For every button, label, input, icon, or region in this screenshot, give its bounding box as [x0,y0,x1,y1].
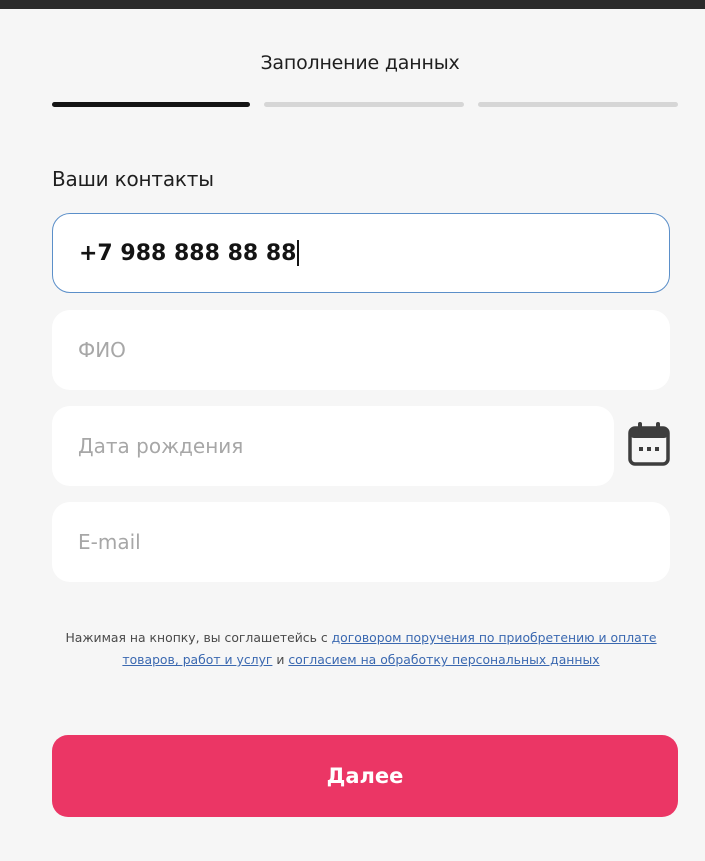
email-placeholder: E-mail [78,530,141,554]
fio-field[interactable]: ФИО [52,310,670,390]
step-indicator-1 [52,102,250,107]
phone-value: +7 988 888 88 88 [79,240,297,266]
section-title: Ваши контакты [52,167,214,191]
consent-middle: и [272,652,289,667]
personal-data-link[interactable]: согласием на обработку персональных данн… [288,652,599,667]
birth-date-field[interactable]: Дата рождения [52,406,614,486]
step-indicator-3 [478,102,678,107]
consent-prefix: Нажимая на кнопку, вы соглашетейсь с [65,630,332,645]
next-button[interactable]: Далее [52,735,678,817]
fio-placeholder: ФИО [78,338,126,362]
phone-field[interactable]: +7 988 888 88 88 [52,213,670,293]
email-field[interactable]: E-mail [52,502,670,582]
birth-date-placeholder: Дата рождения [78,434,244,458]
text-caret [297,240,299,266]
step-indicator-2 [264,102,464,107]
consent-text: Нажимая на кнопку, вы соглашетейсь с дог… [52,627,670,671]
calendar-icon[interactable] [628,421,670,467]
top-border [0,0,705,9]
page-title: Заполнение данных [260,52,460,74]
